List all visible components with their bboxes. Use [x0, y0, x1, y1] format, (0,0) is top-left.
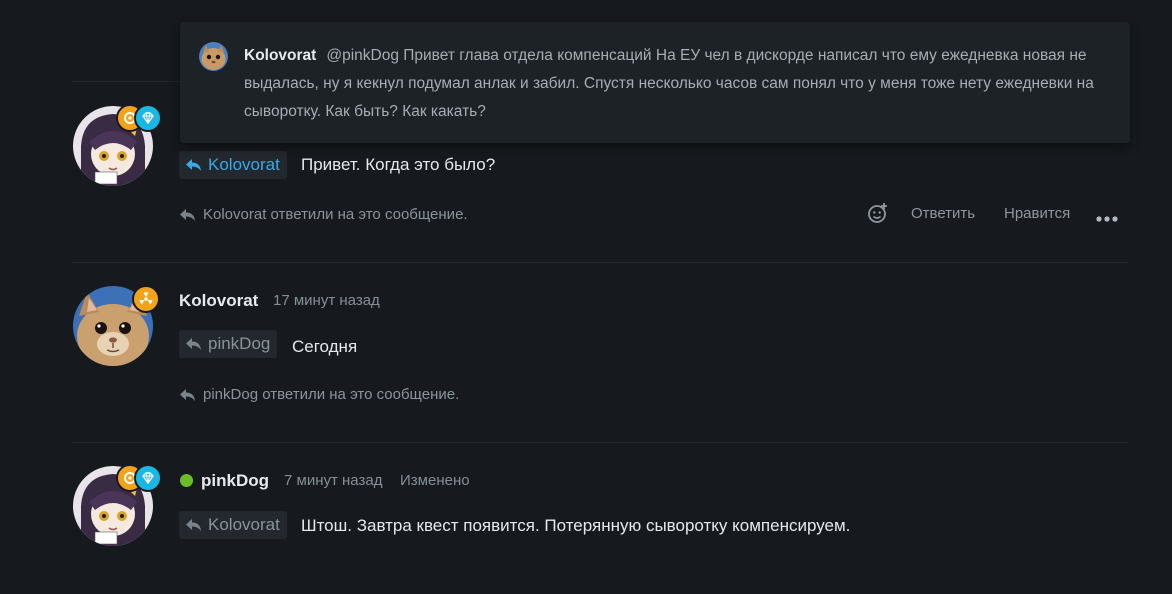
quote-author-avatar[interactable] — [199, 42, 228, 71]
reply-arrow-icon — [186, 338, 201, 350]
reply-reference-author: pinkDog — [208, 334, 271, 353]
quoted-message-popup: Kolovorat @pinkDog Привет глава отдела ко… — [180, 22, 1130, 143]
message-author[interactable]: pinkDog — [201, 471, 269, 491]
replied-note[interactable]: pinkDog ответили на это сообщение. — [179, 386, 459, 403]
diamond-badge[interactable] — [134, 104, 162, 132]
reply-arrow-icon — [180, 208, 195, 221]
online-status-indicator — [180, 474, 193, 487]
quoted-message-text: Kolovorat @pinkDog Привет глава отдела ко… — [244, 42, 1106, 126]
message-timestamp[interactable]: 17 минут назад — [273, 292, 380, 309]
reply-reference-chip[interactable]: Kolovorat — [179, 511, 287, 539]
like-button[interactable]: Нравится — [1004, 205, 1070, 222]
message-text: Сегодня — [292, 337, 358, 356]
reply-button[interactable]: Ответить — [911, 205, 975, 222]
replied-note-text: pinkDog ответили на это сообщение. — [203, 386, 460, 403]
quote-author-name[interactable]: Kolovorat — [244, 47, 316, 64]
reply-reference-author: Kolovorat — [208, 515, 280, 534]
reply-arrow-icon — [180, 388, 195, 401]
replied-note[interactable]: Kolovorat ответили на это сообщение. — [179, 206, 468, 223]
reply-arrow-icon — [186, 519, 201, 531]
message-divider — [72, 262, 1128, 263]
message-author[interactable]: Kolovorat — [179, 291, 258, 311]
message-text: Штош. Завтра квест появится. Потерянную … — [301, 516, 851, 535]
reply-reference-chip[interactable]: pinkDog — [179, 330, 278, 358]
add-reaction-icon[interactable] — [867, 202, 889, 224]
reply-arrow-icon — [186, 159, 201, 171]
more-icon[interactable] — [1096, 210, 1118, 222]
reply-reference-chip[interactable]: Kolovorat — [179, 151, 287, 179]
quote-body: @pinkDog Привет глава отдела компенсаций… — [244, 47, 1094, 120]
message-text: Привет. Когда это было? — [301, 155, 496, 174]
diamond-badge[interactable] — [134, 464, 162, 492]
message-timestamp[interactable]: 7 минут назад — [284, 472, 382, 489]
replied-note-text: Kolovorat ответили на это сообщение. — [203, 206, 468, 223]
radiation-badge[interactable] — [132, 285, 160, 313]
message-divider — [72, 442, 1128, 443]
edited-label[interactable]: Изменено — [400, 472, 470, 489]
reply-reference-author: Kolovorat — [208, 155, 280, 174]
